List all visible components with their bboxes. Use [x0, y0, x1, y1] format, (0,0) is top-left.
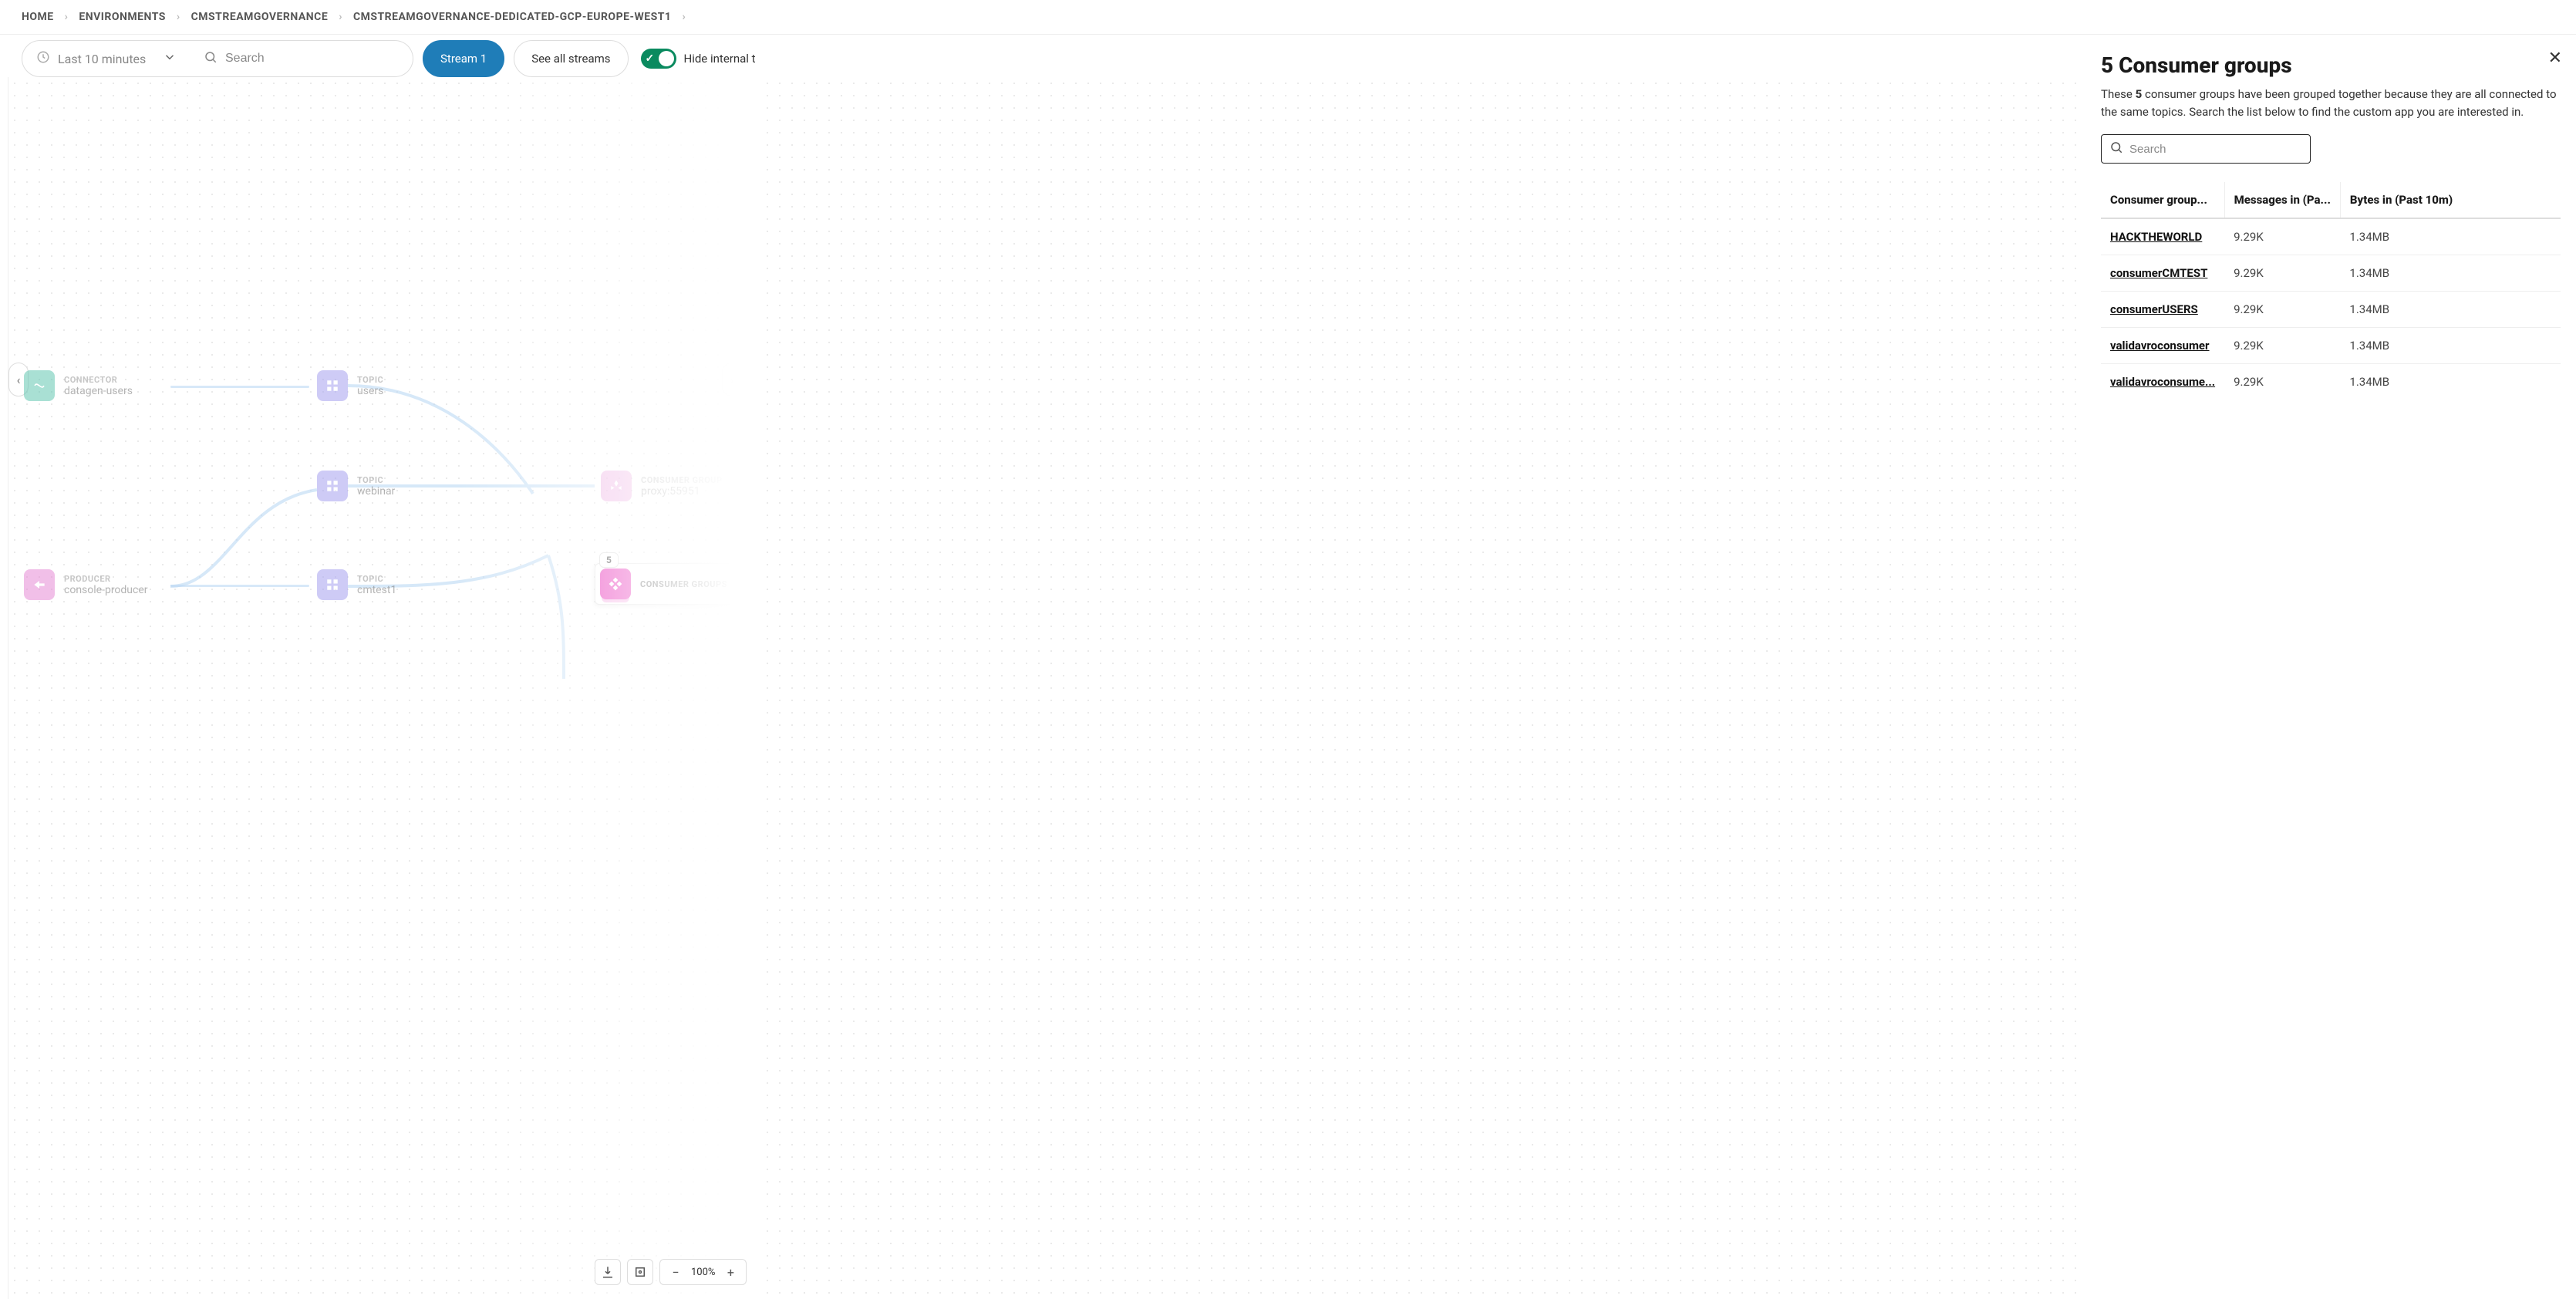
- chevron-right-icon: ›: [65, 11, 69, 23]
- fit-to-screen-button[interactable]: [627, 1259, 653, 1285]
- node-name: users: [357, 385, 383, 397]
- table-row: HACKTHEWORLD 9.29K 1.34MB: [2101, 218, 2561, 255]
- hide-internal-label: Hide internal t: [684, 52, 756, 66]
- zoom-group: − 100% +: [659, 1259, 747, 1285]
- connector-icon: [24, 370, 55, 401]
- hide-internal-toggle[interactable]: ✓: [641, 49, 676, 69]
- node-consumer-group-proxy[interactable]: CONSUMER GROUP proxy:55951: [601, 471, 723, 501]
- cell-messages: 9.29K: [2224, 292, 2340, 328]
- zoom-controls: − 100% +: [595, 1259, 747, 1285]
- consumer-group-icon: [601, 471, 632, 501]
- node-connector-datagen-users[interactable]: CONNECTOR datagen-users: [24, 370, 133, 401]
- panel-search-input[interactable]: [2129, 143, 2302, 156]
- consumer-groups-panel: ✕ 5 Consumer groups These 5 consumer gro…: [2082, 37, 2576, 1299]
- zoom-in-button[interactable]: +: [723, 1265, 738, 1280]
- time-range-label: Last 10 minutes: [58, 52, 146, 66]
- toggle-knob: [659, 51, 674, 66]
- chevron-right-icon: ›: [177, 11, 180, 23]
- consumer-groups-table: Consumer group... Messages in (Pa... Byt…: [2101, 182, 2561, 400]
- node-type: TOPIC: [357, 475, 395, 485]
- expand-right-handle[interactable]: ›: [722, 363, 742, 396]
- cell-messages: 9.29K: [2224, 364, 2340, 400]
- group-count-badge: 5: [599, 552, 619, 568]
- check-icon: ✓: [646, 52, 655, 65]
- search-icon: [2109, 140, 2123, 157]
- node-name: webinar: [357, 485, 395, 498]
- topic-icon: [317, 370, 348, 401]
- producer-icon: [24, 569, 55, 600]
- hide-internal-toggle-group: ✓ Hide internal t: [641, 49, 756, 69]
- breadcrumb-home[interactable]: HOME: [22, 11, 54, 23]
- consumer-group-link[interactable]: HACKTHEWORLD: [2110, 230, 2202, 244]
- node-name: datagen-users: [64, 385, 133, 397]
- see-all-streams-button[interactable]: See all streams: [514, 40, 628, 77]
- node-name: console-producer: [64, 584, 148, 596]
- panel-search[interactable]: [2101, 134, 2311, 164]
- col-bytes-in[interactable]: Bytes in (Past 10m): [2340, 182, 2561, 218]
- topic-icon: [317, 569, 348, 600]
- node-consumer-groups-aggregate[interactable]: 5 CONSUMER GROUPS: [595, 563, 742, 605]
- cell-bytes: 1.34MB: [2340, 328, 2561, 364]
- table-row: consumerUSERS 9.29K 1.34MB: [2101, 292, 2561, 328]
- table-row: validavroconsume... 9.29K 1.34MB: [2101, 364, 2561, 400]
- breadcrumb-env-name[interactable]: CMSTREAMGOVERNANCE: [191, 11, 329, 23]
- panel-description: These 5 consumer groups have been groupe…: [2101, 86, 2561, 120]
- cell-messages: 9.29K: [2224, 218, 2340, 255]
- stream-chip[interactable]: Stream 1: [423, 40, 504, 77]
- canvas-search[interactable]: [190, 40, 413, 77]
- cell-bytes: 1.34MB: [2340, 364, 2561, 400]
- breadcrumb: HOME › ENVIRONMENTS › CMSTREAMGOVERNANCE…: [0, 0, 2576, 35]
- chevron-down-icon: [163, 50, 177, 67]
- cell-messages: 9.29K: [2224, 255, 2340, 292]
- lineage-edges: [8, 355, 733, 679]
- canvas-search-input[interactable]: [225, 52, 399, 66]
- consumer-group-link[interactable]: consumerUSERS: [2110, 302, 2198, 316]
- table-row: validavroconsumer 9.29K 1.34MB: [2101, 328, 2561, 364]
- cell-bytes: 1.34MB: [2340, 218, 2561, 255]
- col-consumer-group[interactable]: Consumer group...: [2101, 182, 2224, 218]
- node-topic-users[interactable]: TOPIC users: [317, 370, 383, 401]
- cell-messages: 9.29K: [2224, 328, 2340, 364]
- col-messages-in[interactable]: Messages in (Pa...: [2224, 182, 2340, 218]
- close-panel-button[interactable]: ✕: [2548, 48, 2562, 68]
- download-button[interactable]: [595, 1259, 621, 1285]
- cell-bytes: 1.34MB: [2340, 292, 2561, 328]
- zoom-out-button[interactable]: −: [668, 1265, 683, 1280]
- node-topic-webinar[interactable]: TOPIC webinar: [317, 471, 395, 501]
- breadcrumb-environments[interactable]: ENVIRONMENTS: [79, 11, 166, 23]
- canvas-fade: [456, 77, 764, 1299]
- node-topic-cmtest1[interactable]: TOPIC cmtest1: [317, 569, 396, 600]
- topic-icon: [317, 471, 348, 501]
- search-icon: [204, 50, 217, 67]
- node-name: cmtest1: [357, 584, 396, 596]
- table-row: consumerCMTEST 9.29K 1.34MB: [2101, 255, 2561, 292]
- consumer-group-link[interactable]: consumerCMTEST: [2110, 266, 2207, 280]
- cell-bytes: 1.34MB: [2340, 255, 2561, 292]
- chevron-right-icon: ›: [339, 11, 342, 23]
- clock-icon: [36, 50, 50, 67]
- node-type: TOPIC: [357, 574, 396, 584]
- time-range-selector[interactable]: Last 10 minutes: [22, 40, 191, 77]
- chevron-right-icon: ›: [682, 11, 686, 23]
- node-producer-console-producer[interactable]: PRODUCER console-producer: [24, 569, 148, 600]
- node-type: TOPIC: [357, 375, 383, 385]
- consumer-group-link[interactable]: validavroconsume...: [2110, 375, 2215, 389]
- zoom-percent: 100%: [691, 1267, 715, 1278]
- consumer-groups-icon: [600, 569, 631, 599]
- node-type: CONNECTOR: [64, 375, 133, 385]
- breadcrumb-cluster[interactable]: CMSTREAMGOVERNANCE-DEDICATED-GCP-EUROPE-…: [353, 11, 671, 23]
- node-type: CONSUMER GROUP: [641, 475, 723, 485]
- node-name: proxy:55951: [641, 485, 723, 498]
- node-type: PRODUCER: [64, 574, 148, 584]
- node-type: CONSUMER GROUPS: [640, 579, 727, 589]
- panel-title: 5 Consumer groups: [2101, 52, 2561, 78]
- consumer-group-link[interactable]: validavroconsumer: [2110, 339, 2210, 353]
